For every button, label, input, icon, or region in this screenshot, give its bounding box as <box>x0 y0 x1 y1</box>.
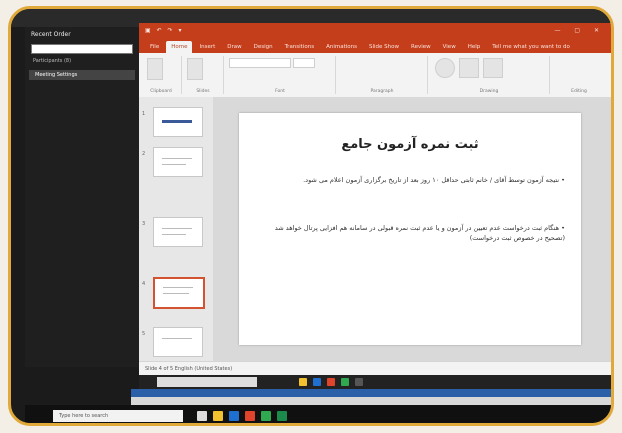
app-icon[interactable] <box>261 411 271 421</box>
tab-review[interactable]: Review <box>406 41 436 53</box>
quick-access-icons[interactable]: ▣ ↶ ↷ ▾ <box>145 23 183 39</box>
shapes-button[interactable] <box>435 58 455 78</box>
group-font: Font <box>225 56 336 94</box>
video-controls-bar <box>131 389 611 397</box>
group-editing: Editing <box>551 56 607 94</box>
title-bar: ▣ ↶ ↷ ▾ — ▢ ✕ <box>139 23 611 39</box>
group-slides-label: Slides <box>196 89 210 94</box>
powerpoint-icon[interactable] <box>327 378 335 386</box>
screen-frame: Recent Order Participants (8) Meeting Se… <box>8 6 614 426</box>
group-clipboard: Clipboard <box>141 56 182 94</box>
thumb-number: 3 <box>142 221 146 227</box>
edge-icon[interactable] <box>229 411 239 421</box>
tab-view[interactable]: View <box>438 41 461 53</box>
thumb-number: 4 <box>142 281 146 287</box>
tab-design[interactable]: Design <box>249 41 278 53</box>
tab-animations[interactable]: Animations <box>321 41 362 53</box>
tab-file[interactable]: File <box>145 41 164 53</box>
slide-edit-area: ثبت نمره آزمون جامع • نتیجه آزمون توسط آ… <box>213 97 611 361</box>
sidebar-line: Participants (8) <box>33 58 72 64</box>
ribbon: Clipboard Slides Font Paragraph Drawing <box>139 53 611 98</box>
group-slides: Slides <box>183 56 224 94</box>
sidebar-search-input[interactable] <box>31 44 133 54</box>
inner-search-box[interactable] <box>157 377 257 387</box>
slide-thumbnail-selected[interactable] <box>153 277 205 309</box>
tab-help[interactable]: Help <box>463 41 486 53</box>
slide-thumbnail[interactable] <box>153 147 203 177</box>
slide-thumbnails-pane: 1 2 3 4 5 <box>139 97 213 361</box>
slide-bullet-1: • نتیجه آزمون توسط آقای / خانم ثابتی حدا… <box>303 176 565 184</box>
thumb-number: 2 <box>142 151 146 157</box>
group-drawing: Drawing <box>429 56 550 94</box>
font-name-input[interactable] <box>229 58 291 68</box>
group-paragraph: Paragraph <box>337 56 428 94</box>
file-explorer-icon[interactable] <box>213 411 223 421</box>
opera-icon[interactable] <box>245 411 255 421</box>
sidebar-panel: Recent Order Participants (8) Meeting Se… <box>25 27 139 367</box>
tab-insert[interactable]: Insert <box>194 41 220 53</box>
slide-thumbnail[interactable] <box>153 107 203 137</box>
slide-bullet-2: • هنگام ثبت درخواست عدم تعیین در آزمون و… <box>274 224 565 242</box>
tab-home[interactable]: Home <box>166 41 193 53</box>
group-clipboard-label: Clipboard <box>150 89 172 94</box>
slide-thumbnail[interactable] <box>153 217 203 247</box>
slide-thumbnail[interactable] <box>153 327 203 357</box>
status-bar: Slide 4 of 5 English (United States) <box>139 361 611 375</box>
font-size-input[interactable] <box>293 58 315 68</box>
paste-button[interactable] <box>147 58 163 80</box>
app-icon[interactable] <box>355 378 363 386</box>
sidebar-title: Recent Order <box>31 31 71 38</box>
tab-slide-show[interactable]: Slide Show <box>364 41 404 53</box>
edge-icon[interactable] <box>313 378 321 386</box>
thumb-number: 5 <box>142 331 146 337</box>
tell-me-search[interactable]: Tell me what you want to do <box>487 41 575 53</box>
windows-taskbar: Type here to search <box>25 405 611 423</box>
video-seek-bar[interactable] <box>131 397 611 405</box>
slide-title: ثبت نمره آزمون جامع <box>341 137 479 152</box>
group-drawing-label: Drawing <box>479 89 499 94</box>
group-font-label: Font <box>275 89 285 94</box>
inner-taskbar <box>139 375 611 389</box>
tab-transitions[interactable]: Transitions <box>280 41 319 53</box>
task-view-icon[interactable] <box>197 411 207 421</box>
new-slide-button[interactable] <box>187 58 203 80</box>
arrange-button[interactable] <box>459 58 479 78</box>
folder-icon[interactable] <box>299 378 307 386</box>
quick-styles-button[interactable] <box>483 58 503 78</box>
window-controls[interactable]: — ▢ ✕ <box>554 23 605 39</box>
thumb-number: 1 <box>142 111 146 117</box>
current-slide[interactable]: ثبت نمره آزمون جامع • نتیجه آزمون توسط آ… <box>239 113 581 345</box>
taskbar-search-input[interactable]: Type here to search <box>53 410 183 422</box>
powerpoint-window: ▣ ↶ ↷ ▾ — ▢ ✕ File Home Insert Draw Desi… <box>139 23 611 375</box>
ribbon-tabs: File Home Insert Draw Design Transitions… <box>139 39 611 53</box>
sidebar-item-selected[interactable]: Meeting Settings <box>29 70 135 80</box>
excel-icon[interactable] <box>277 411 287 421</box>
tab-draw[interactable]: Draw <box>222 41 246 53</box>
app-icon[interactable] <box>341 378 349 386</box>
group-paragraph-label: Paragraph <box>370 89 394 94</box>
group-editing-label: Editing <box>571 89 587 94</box>
